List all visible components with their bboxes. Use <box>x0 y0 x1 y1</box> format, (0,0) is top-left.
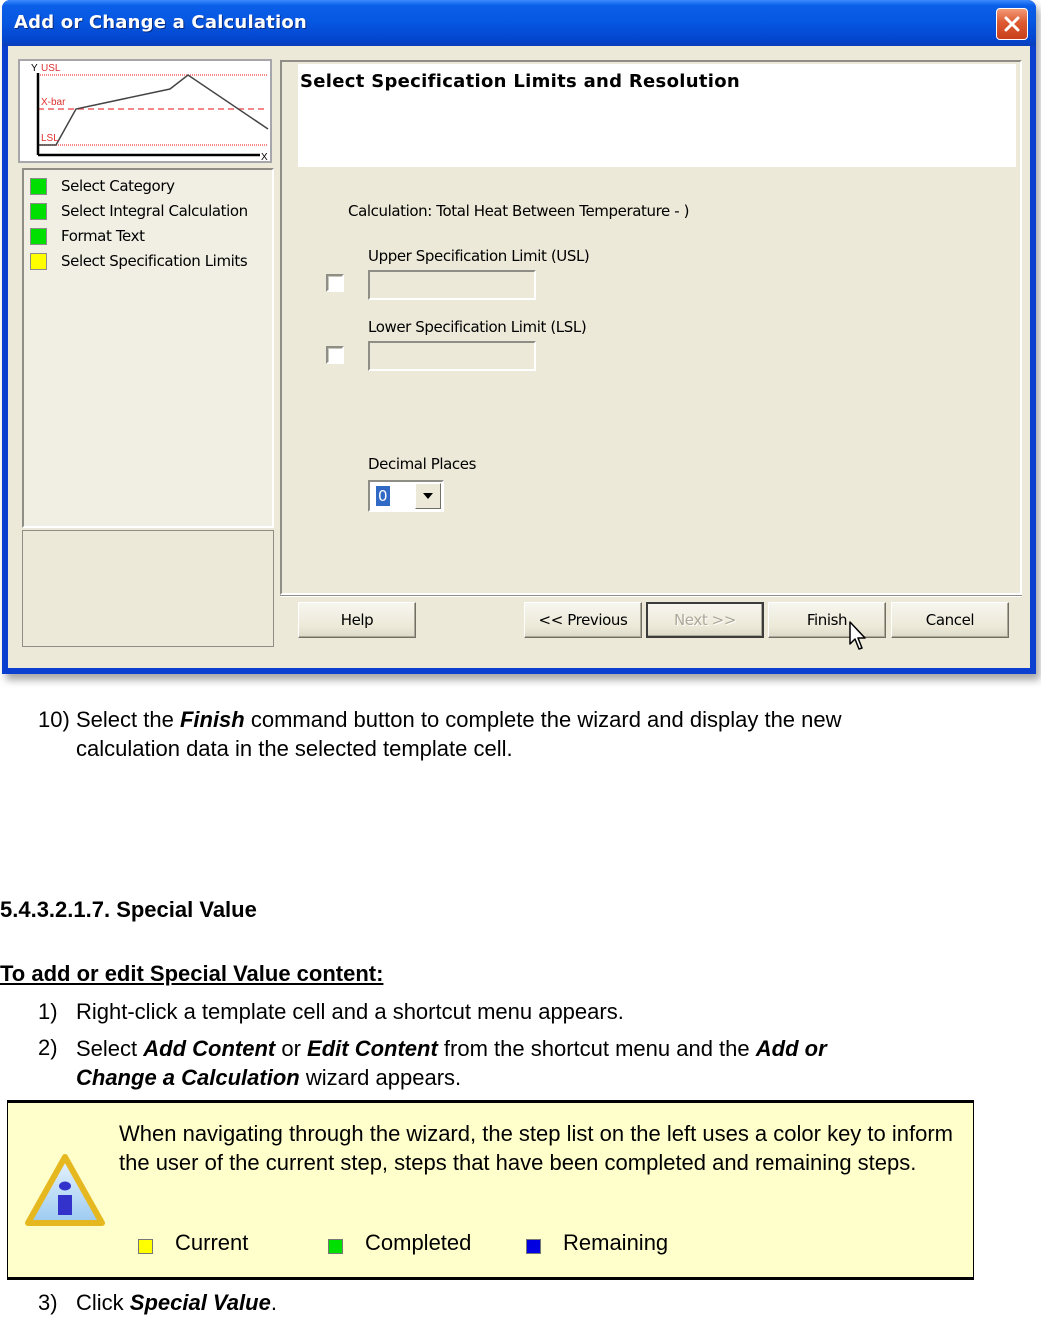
button-divider <box>280 595 1022 597</box>
wizard-step-list: Select Category Select Integral Calculat… <box>22 168 274 528</box>
dialog-client-area: Y USL X-bar LSL X Select Category Select… <box>8 46 1030 668</box>
step-text: Right-click a template cell and a shortc… <box>76 999 624 1024</box>
step-status-swatch <box>30 227 47 245</box>
wizard-page-panel: Select Specification Limits and Resoluti… <box>280 60 1022 595</box>
step-item: Select Specification Limits <box>30 251 248 271</box>
next-button[interactable]: Next >> <box>646 602 764 638</box>
info-note: When navigating through the wizard, the … <box>7 1100 974 1280</box>
y-axis-label: Y <box>31 63 38 74</box>
section-heading: 5.4.3.2.1.7. Special Value <box>0 897 257 922</box>
step-status-swatch <box>30 252 47 270</box>
step-item: Format Text <box>30 226 145 246</box>
calculation-label: Calculation: Total Heat Between Temperat… <box>348 202 690 220</box>
decimal-places-label: Decimal Places <box>368 455 477 473</box>
page-title: Select Specification Limits and Resoluti… <box>300 71 740 92</box>
step-label: Select Integral Calculation <box>61 202 248 220</box>
lsl-label: LSL <box>41 133 59 144</box>
previous-button[interactable]: << Previous <box>524 602 642 638</box>
legend-label: Completed <box>365 1230 472 1255</box>
step-text: Select Add Content or Edit Content from … <box>76 1036 827 1090</box>
step-item: Select Integral Calculation <box>30 201 248 221</box>
lsl-checkbox[interactable] <box>326 346 344 364</box>
mouse-pointer-icon <box>849 621 866 650</box>
step-text: Click Special Value. <box>76 1290 277 1315</box>
usl-input[interactable] <box>368 270 536 300</box>
legend-swatch <box>138 1238 153 1254</box>
preview-data-line <box>38 74 269 146</box>
step-number: 2) <box>38 1035 58 1060</box>
legend-label: Current <box>175 1230 249 1255</box>
page-header: Select Specification Limits and Resoluti… <box>298 64 1016 167</box>
info-icon <box>25 1154 105 1226</box>
dropdown-button[interactable] <box>415 483 441 509</box>
step-number: 10) <box>38 707 70 732</box>
legend-label: Remaining <box>563 1230 669 1255</box>
legend-current: Current <box>138 1230 248 1256</box>
info-panel <box>22 530 274 647</box>
step-item: Select Category <box>30 176 175 196</box>
decimal-places-select[interactable]: 0 <box>368 480 444 512</box>
procedure-subheading: To add or edit Special Value content: <box>0 961 384 986</box>
usl-label: Upper Specification Limit (USL) <box>368 247 590 265</box>
decimal-places-value: 0 <box>376 486 390 506</box>
legend-remaining: Remaining <box>526 1230 668 1256</box>
finish-emphasis: Finish <box>179 707 245 732</box>
legend-swatch <box>328 1238 343 1254</box>
help-button[interactable]: Help <box>298 602 416 638</box>
close-button[interactable] <box>996 8 1028 40</box>
step-label: Format Text <box>61 227 145 245</box>
lsl-input[interactable] <box>368 341 536 371</box>
step-number: 1) <box>38 999 58 1024</box>
step-status-swatch <box>30 202 47 220</box>
x-axis-label: X <box>261 152 268 161</box>
step-number: 3) <box>38 1290 58 1315</box>
step-text: Select the Finish command button to comp… <box>76 707 842 761</box>
usl-label: USL <box>41 63 61 74</box>
spec-limit-preview-chart: Y USL X-bar LSL X <box>18 59 272 163</box>
xbar-label: X-bar <box>41 97 66 108</box>
calculation-wizard-dialog: Add or Change a Calculation Y USL X-bar … <box>2 0 1036 674</box>
close-icon <box>1004 16 1020 32</box>
title-bar[interactable]: Add or Change a Calculation <box>2 0 1036 46</box>
cancel-button[interactable]: Cancel <box>891 602 1009 638</box>
note-text: When navigating through the wizard, the … <box>119 1121 954 1175</box>
dialog-title: Add or Change a Calculation <box>14 12 307 33</box>
lsl-label: Lower Specification Limit (LSL) <box>368 318 587 336</box>
legend-swatch <box>526 1238 541 1254</box>
usl-checkbox[interactable] <box>326 274 344 292</box>
chevron-down-icon <box>423 493 433 499</box>
step-status-swatch <box>30 177 47 195</box>
step-label: Select Category <box>61 177 175 195</box>
legend-completed: Completed <box>328 1230 471 1256</box>
step-label: Select Specification Limits <box>61 252 248 270</box>
